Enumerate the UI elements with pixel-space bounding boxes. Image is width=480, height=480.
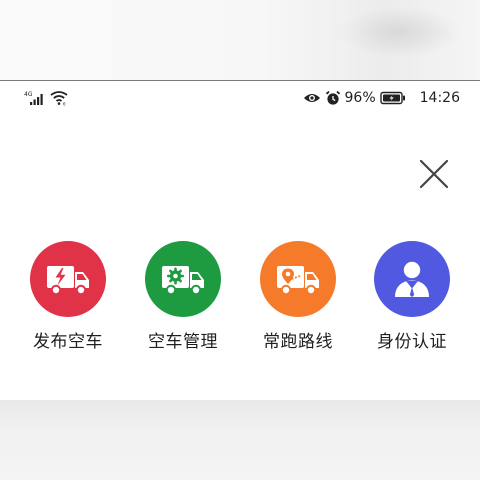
screen: 4G 6 96% 14:26 发布空车 空车管理 常跑路线 身份认证	[0, 0, 480, 480]
empty-truck-management-label: 空车管理	[148, 332, 218, 352]
battery-icon	[379, 91, 405, 105]
clock: 14:26	[419, 90, 460, 106]
identity-verification-circle	[374, 241, 450, 317]
eye-icon	[303, 94, 320, 102]
bottom-sheet: 4G 6 96% 14:26 发布空车 空车管理 常跑路线 身份认证	[0, 80, 480, 400]
truck-pin-icon	[277, 266, 319, 296]
truck-bolt-icon	[47, 266, 89, 296]
status-right: 96% 14:26	[303, 89, 460, 107]
network-type: 4G	[24, 91, 33, 98]
background-top	[0, 0, 480, 80]
close-button[interactable]	[417, 157, 451, 191]
signal-icon: 4G	[24, 91, 43, 105]
empty-truck-management-circle	[145, 241, 221, 317]
identity-verification-label: 身份认证	[377, 332, 447, 352]
action-grid: 发布空车 空车管理 常跑路线 身份认证	[0, 241, 480, 352]
publish-empty-truck-label: 发布空车	[33, 332, 103, 352]
empty-truck-management-button[interactable]: 空车管理	[133, 241, 233, 352]
frequent-routes-circle	[260, 241, 336, 317]
close-icon	[419, 159, 449, 189]
publish-empty-truck-circle	[30, 241, 106, 317]
battery-percent: 96%	[344, 90, 376, 106]
frequent-routes-label: 常跑路线	[263, 332, 333, 352]
truck-gear-icon	[162, 266, 204, 296]
status-bar: 4G 6 96% 14:26	[0, 81, 480, 117]
svg-text:6: 6	[63, 102, 66, 107]
frequent-routes-button[interactable]: 常跑路线	[248, 241, 348, 352]
identity-verification-button[interactable]: 身份认证	[362, 241, 462, 352]
publish-empty-truck-button[interactable]: 发布空车	[18, 241, 118, 352]
wifi-icon: 6	[50, 91, 68, 107]
user-badge-icon	[395, 261, 429, 297]
background-bottom	[0, 400, 480, 480]
alarm-icon	[325, 90, 340, 105]
